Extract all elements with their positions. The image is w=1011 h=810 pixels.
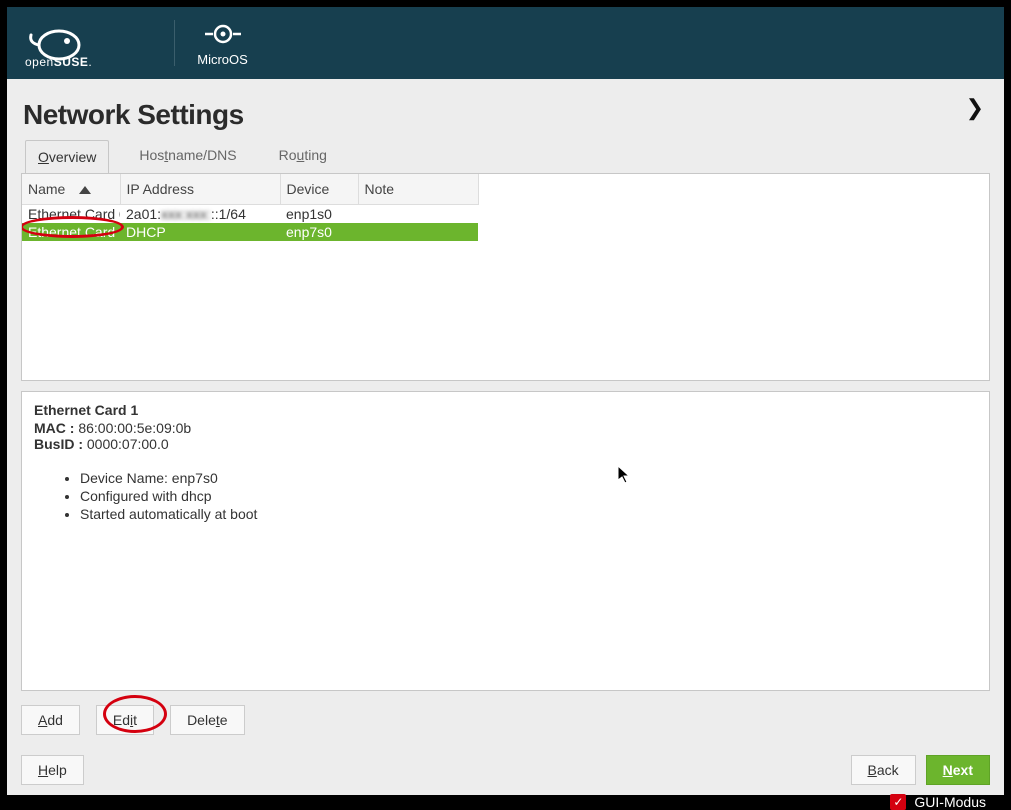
- tabs: Overview Hostname/DNS Routing: [21, 139, 990, 174]
- brand-microos: MicroOS: [197, 20, 248, 67]
- brand-label: openSUSE.: [25, 55, 92, 69]
- details-bullets: Device Name: enp7s0 Configured with dhcp…: [80, 470, 977, 522]
- dark-mode-icon[interactable]: ❯: [966, 95, 984, 121]
- sort-asc-icon: [79, 186, 91, 194]
- content-area: ❯ Network Settings Overview Hostname/DNS…: [7, 79, 1004, 795]
- overview-panel: Name IP Address Device Note Ethernet Car…: [21, 173, 990, 785]
- tab-hostname-dns[interactable]: Hostname/DNS: [127, 139, 248, 173]
- col-name[interactable]: Name: [22, 174, 120, 204]
- edit-button[interactable]: Edit: [96, 705, 154, 735]
- detail-bullet: Configured with dhcp: [80, 488, 977, 504]
- tab-routing[interactable]: Routing: [267, 139, 339, 173]
- wizard-footer: Help Back Next: [21, 745, 990, 785]
- interface-table[interactable]: Name IP Address Device Note Ethernet Car…: [21, 173, 990, 381]
- microos-label: MicroOS: [197, 52, 248, 67]
- next-button[interactable]: Next: [926, 755, 990, 785]
- microos-logo-icon: [205, 20, 241, 48]
- help-button[interactable]: Help: [21, 755, 84, 785]
- page-title: Network Settings: [23, 99, 990, 131]
- status-bar: ✓ GUI-Modus: [7, 795, 1004, 810]
- tab-overview[interactable]: Overview: [25, 140, 109, 174]
- details-busid: BusID : 0000:07:00.0: [34, 436, 977, 452]
- detail-bullet: Started automatically at boot: [80, 506, 977, 522]
- delete-button[interactable]: Delete: [170, 705, 244, 735]
- interface-details: Ethernet Card 1 MAC : 86:00:00:5e:09:0b …: [21, 391, 990, 691]
- table-row[interactable]: Ethernet Card 0 2a01:xxx:xxx:::1/64 enp1…: [22, 204, 478, 223]
- col-device[interactable]: Device: [280, 174, 358, 204]
- brand-divider: [174, 20, 175, 66]
- app-window: openSUSE. MicroOS ❯ Network Settings Ove…: [7, 7, 1004, 795]
- table-actions: Add Edit Delete: [21, 701, 990, 735]
- detail-bullet: Device Name: enp7s0: [80, 470, 977, 486]
- details-mac: MAC : 86:00:00:5e:09:0b: [34, 420, 977, 436]
- col-ip[interactable]: IP Address: [120, 174, 280, 204]
- checkbox-icon[interactable]: ✓: [890, 794, 906, 810]
- table-header-row[interactable]: Name IP Address Device Note: [22, 174, 478, 204]
- status-label: GUI-Modus: [914, 794, 986, 810]
- titlebar: openSUSE. MicroOS: [7, 7, 1004, 79]
- details-title: Ethernet Card 1: [34, 402, 977, 418]
- col-note[interactable]: Note: [358, 174, 478, 204]
- add-button[interactable]: Add: [21, 705, 80, 735]
- table-row[interactable]: Ethernet Card 1 DHCP enp7s0: [22, 223, 478, 241]
- back-button[interactable]: Back: [851, 755, 916, 785]
